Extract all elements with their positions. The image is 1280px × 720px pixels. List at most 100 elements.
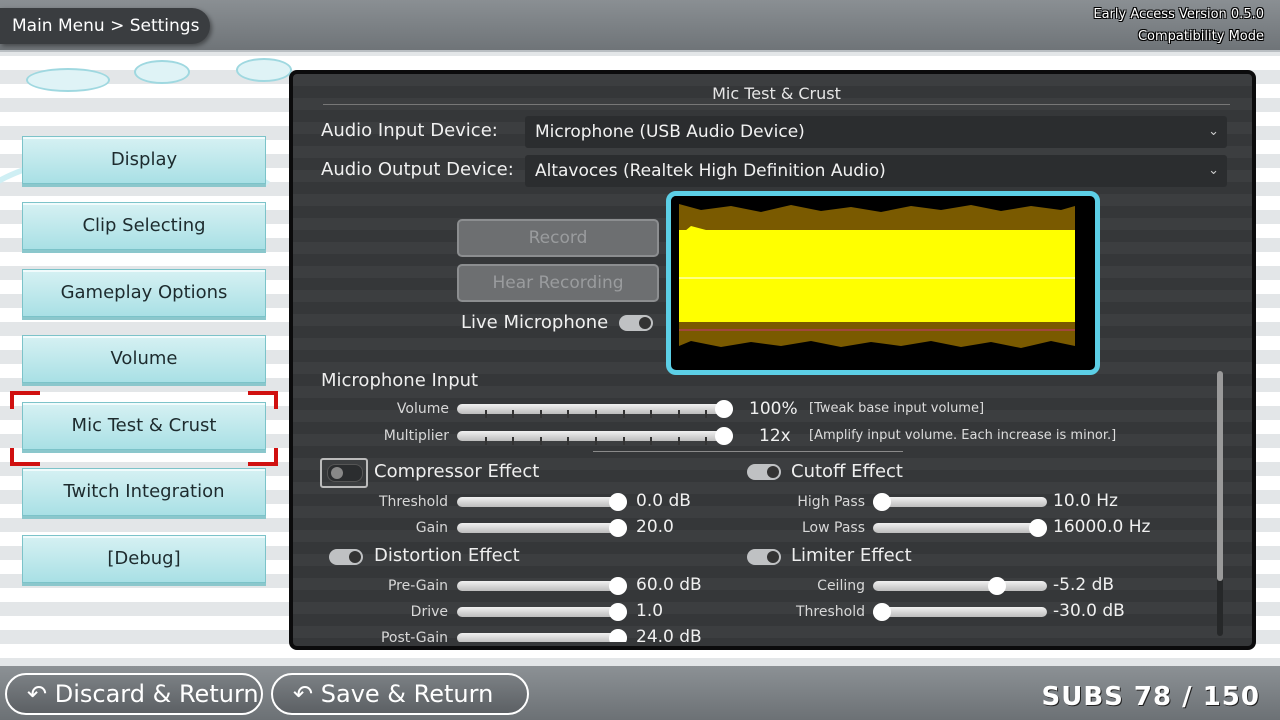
slider-tick: [567, 437, 570, 445]
ceiling-label: Ceiling: [817, 578, 865, 594]
slider-tick: [677, 410, 680, 418]
volume-hint: [Tweak base input volume]: [809, 401, 985, 416]
slider-tick: [677, 437, 680, 445]
slider-handle[interactable]: [988, 577, 1007, 595]
volume-value: 100%: [749, 399, 798, 419]
selection-corner: [248, 391, 278, 409]
drive-slider[interactable]: [457, 603, 627, 621]
slider-handle[interactable]: [609, 629, 627, 642]
slider-handle[interactable]: [609, 603, 627, 621]
sidebar-item-volume[interactable]: Volume: [22, 335, 266, 383]
settings-panel: Mic Test & Crust Audio Input Device: Mic…: [289, 70, 1256, 650]
slider-tick: [622, 437, 625, 445]
compressor-gain-slider[interactable]: [457, 519, 627, 537]
multiplier-value: 12x: [759, 426, 791, 446]
slider-handle[interactable]: [609, 577, 627, 595]
pre-gain-label: Pre-Gain: [387, 578, 448, 594]
multiplier-hint: [Amplify input volume. Each increase is …: [809, 428, 1117, 443]
slider-tick: [705, 410, 708, 418]
slider-tick: [622, 410, 625, 418]
selection-corner: [248, 448, 278, 466]
version-info: Early Access Version 0.5.0 Compatibility…: [1093, 4, 1264, 48]
high-pass-label: High Pass: [797, 494, 865, 510]
slider-tick: [512, 410, 515, 418]
sidebar-item-twitch-integration[interactable]: Twitch Integration: [22, 468, 266, 516]
drive-value: 1.0: [636, 601, 664, 621]
return-arrow-icon: ↶: [27, 680, 48, 708]
microphone-input-heading: Microphone Input: [321, 370, 479, 391]
cutoff-toggle[interactable]: [747, 464, 781, 480]
post-gain-slider[interactable]: [457, 629, 627, 642]
slider-handle[interactable]: [873, 603, 891, 621]
decor-blob: [236, 58, 292, 82]
high-pass-value: 10.0 Hz: [1053, 491, 1118, 511]
hear-recording-button[interactable]: Hear Recording: [457, 264, 659, 302]
low-pass-label: Low Pass: [802, 520, 865, 536]
limiter-threshold-slider[interactable]: [873, 603, 1047, 621]
waveform-graph: [671, 196, 1085, 360]
multiplier-label: Multiplier: [383, 428, 449, 444]
slider-tick: [567, 410, 570, 418]
discard-return-button[interactable]: ↶ Discard & Return: [5, 673, 263, 715]
chevron-down-icon: ⌄: [1208, 163, 1219, 178]
live-microphone-label: Live Microphone: [461, 312, 609, 333]
post-gain-label: Post-Gain: [380, 630, 448, 642]
output-device-label: Audio Output Device:: [321, 159, 514, 180]
volume-slider[interactable]: [457, 400, 733, 418]
ceiling-slider[interactable]: [873, 577, 1047, 595]
sidebar-item-debug[interactable]: [Debug]: [22, 535, 266, 583]
decor-blob: [26, 68, 110, 92]
waveform-display: [666, 191, 1100, 375]
slider-tick: [650, 410, 653, 418]
compressor-gain-label: Gain: [415, 520, 448, 536]
input-device-value: Microphone (USB Audio Device): [535, 122, 805, 142]
compressor-threshold-value: 0.0 dB: [636, 491, 691, 511]
slider-handle[interactable]: [873, 493, 891, 511]
low-pass-slider[interactable]: [873, 519, 1047, 537]
discard-return-label: Discard & Return: [54, 680, 259, 708]
save-return-label: Save & Return: [320, 680, 494, 708]
slider-tick: [539, 410, 542, 418]
output-device-select[interactable]: Altavoces (Realtek High Definition Audio…: [525, 155, 1227, 187]
compressor-heading: Compressor Effect: [374, 461, 540, 482]
pre-gain-value: 60.0 dB: [636, 575, 702, 595]
drive-label: Drive: [410, 604, 448, 620]
panel-title: Mic Test & Crust: [323, 84, 1230, 105]
distortion-toggle[interactable]: [329, 549, 363, 565]
compressor-threshold-label: Threshold: [379, 494, 448, 510]
slider-handle[interactable]: [1029, 519, 1047, 537]
volume-slider-handle[interactable]: [715, 400, 733, 418]
volume-label: Volume: [396, 401, 449, 417]
input-device-select[interactable]: Microphone (USB Audio Device) ⌄: [525, 116, 1227, 148]
multiplier-slider-handle[interactable]: [715, 427, 733, 445]
slider-tick: [484, 437, 487, 445]
sidebar-item-display[interactable]: Display: [22, 136, 266, 184]
slider-tick: [595, 437, 597, 445]
scrollbar-thumb[interactable]: [1217, 371, 1223, 581]
post-gain-value: 24.0 dB: [636, 627, 702, 642]
compatibility-mode-label: Compatibility Mode: [1137, 29, 1264, 44]
sidebar-item-gameplay-options[interactable]: Gameplay Options: [22, 269, 266, 317]
slider-handle[interactable]: [609, 493, 627, 511]
multiplier-slider[interactable]: [457, 427, 733, 445]
input-device-label: Audio Input Device:: [321, 120, 498, 141]
high-pass-slider[interactable]: [873, 493, 1047, 511]
compressor-toggle[interactable]: [327, 464, 363, 482]
limiter-threshold-value: -30.0 dB: [1053, 601, 1125, 621]
save-return-button[interactable]: ↶ Save & Return: [271, 673, 529, 715]
compressor-gain-value: 20.0: [636, 517, 674, 537]
slider-tick: [650, 437, 653, 445]
sidebar-item-clip-selecting[interactable]: Clip Selecting: [22, 202, 266, 250]
record-button[interactable]: Record: [457, 219, 659, 257]
limiter-toggle[interactable]: [747, 549, 781, 565]
ceiling-value: -5.2 dB: [1053, 575, 1115, 595]
sidebar-item-mic-test[interactable]: Mic Test & Crust: [22, 402, 266, 450]
pre-gain-slider[interactable]: [457, 577, 627, 595]
decor-blob: [134, 60, 190, 84]
slider-tick: [484, 410, 487, 418]
limiter-threshold-label: Threshold: [796, 604, 865, 620]
slider-tick: [705, 437, 708, 445]
compressor-threshold-slider[interactable]: [457, 493, 627, 511]
live-microphone-toggle[interactable]: [619, 315, 653, 331]
slider-handle[interactable]: [609, 519, 627, 537]
